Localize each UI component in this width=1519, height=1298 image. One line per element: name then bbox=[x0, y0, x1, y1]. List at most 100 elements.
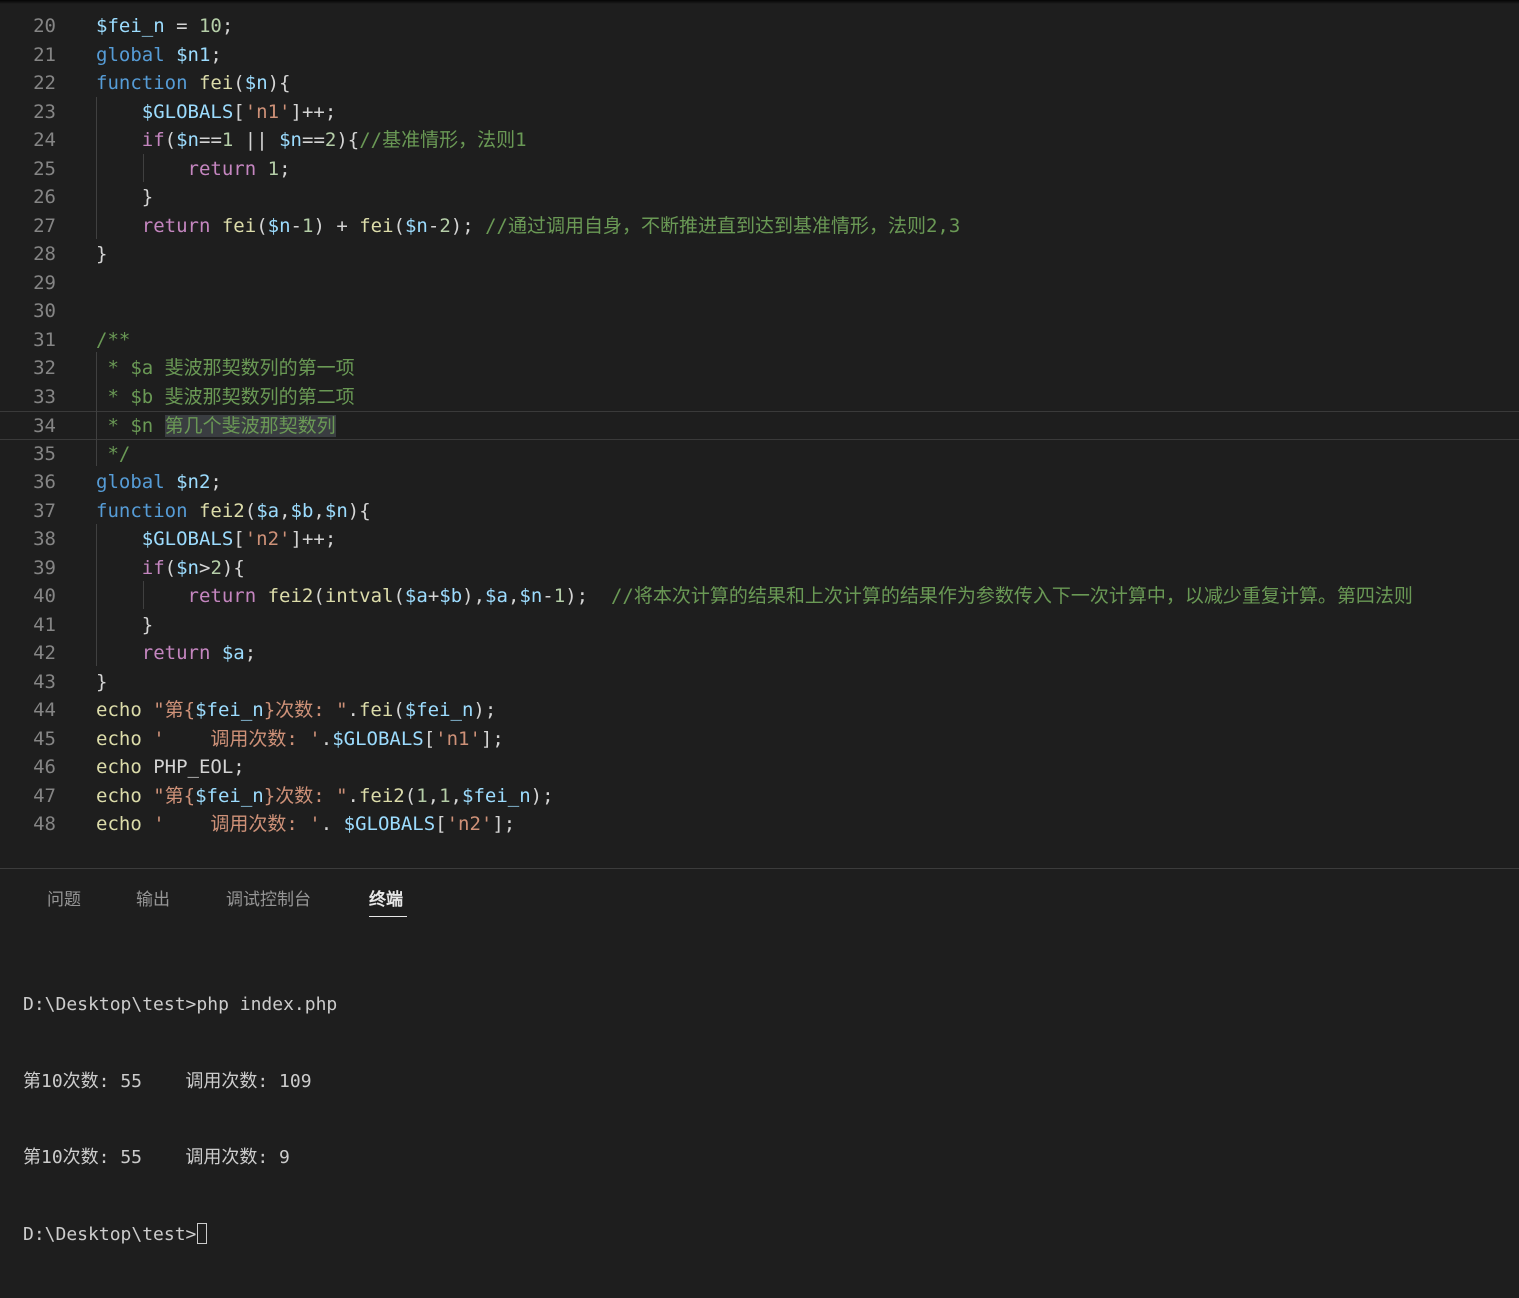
code-token: fei bbox=[358, 699, 394, 721]
code-token: 1 bbox=[221, 129, 234, 151]
code-line[interactable]: 27 return fei($n-1) + fei($n-2); //通过调用自… bbox=[0, 212, 1519, 241]
code-token: + bbox=[427, 585, 440, 607]
code-text: $GLOBALS['n2']++; bbox=[96, 525, 337, 554]
code-token: , bbox=[507, 585, 520, 607]
code-line[interactable]: 42 return $a; bbox=[0, 639, 1519, 668]
code-line[interactable]: 21 global $n1; bbox=[0, 41, 1519, 70]
code-token: return bbox=[141, 642, 211, 664]
code-line[interactable]: 46 echo PHP_EOL; bbox=[0, 753, 1519, 782]
code-token: ); bbox=[565, 585, 611, 607]
code-token: fei bbox=[359, 214, 394, 237]
code-token: ]; bbox=[492, 813, 516, 835]
line-number: 27 bbox=[33, 214, 56, 237]
code-line[interactable]: 32 * $a 斐波那契数列的第一项 bbox=[0, 354, 1519, 383]
code-token: 'n1' bbox=[244, 100, 291, 123]
code-line[interactable]: 39 if($n>2){ bbox=[0, 554, 1519, 583]
line-number: 36 bbox=[33, 471, 56, 493]
code-token: , bbox=[279, 499, 291, 522]
code-token: }次数: " bbox=[263, 784, 348, 807]
code-token: 1 bbox=[267, 157, 280, 180]
code-line[interactable]: 41 } bbox=[0, 611, 1519, 640]
code-token: "第{ bbox=[153, 784, 196, 807]
code-token: 2 bbox=[324, 129, 337, 151]
code-text: } bbox=[96, 668, 107, 697]
code-editor[interactable]: 20 $fei_n = 10; 21 global $n1; 22 function fe… bbox=[0, 0, 1519, 868]
tab-output[interactable]: 输出 bbox=[136, 885, 170, 910]
code-line[interactable]: 31 /** bbox=[0, 326, 1519, 355]
code-token: ; bbox=[244, 642, 257, 664]
tab-problems[interactable]: 问题 bbox=[47, 885, 81, 910]
code-line[interactable]: 48 echo ' 调用次数: '. $GLOBALS['n2']; bbox=[0, 810, 1519, 839]
code-line[interactable]: 35 */ bbox=[0, 440, 1519, 469]
code-line[interactable]: 20 $fei_n = 10; bbox=[0, 12, 1519, 41]
code-text: echo "第{$fei_n}次数: ".fei($fei_n); bbox=[96, 696, 496, 725]
terminal-prompt-line[interactable]: D:\Desktop\test> bbox=[23, 1222, 337, 1248]
code-token: == bbox=[199, 129, 222, 151]
code-text: echo "第{$fei_n}次数: ".fei2(1,1,$fei_n); bbox=[96, 782, 554, 811]
code-line[interactable]: 38 $GLOBALS['n2']++; bbox=[0, 525, 1519, 554]
code-token: ); bbox=[473, 699, 497, 721]
code-token: [ bbox=[423, 727, 436, 750]
code-line[interactable]: 26 } bbox=[0, 183, 1519, 212]
code-line[interactable]: 47 echo "第{$fei_n}次数: ".fei2(1,1,$fei_n); bbox=[0, 782, 1519, 811]
code-token: ( bbox=[393, 214, 405, 237]
code-token: echo bbox=[96, 756, 142, 778]
code-line[interactable]: 43} bbox=[0, 668, 1519, 697]
code-token: $fei_n bbox=[462, 784, 531, 807]
code-token: $n bbox=[519, 585, 543, 607]
code-line[interactable]: 29 bbox=[0, 269, 1519, 298]
code-token: ; bbox=[221, 15, 234, 37]
code-token: . bbox=[320, 727, 333, 750]
code-token: $n bbox=[176, 556, 199, 579]
code-token: ); bbox=[450, 214, 486, 237]
terminal-output[interactable]: D:\Desktop\test>php index.php 第10次数: 55 … bbox=[23, 941, 337, 1298]
code-token: global bbox=[96, 471, 165, 493]
line-number: 34 bbox=[33, 415, 56, 437]
line-number: 47 bbox=[33, 784, 56, 807]
code-token: $b bbox=[439, 585, 463, 607]
tab-debug-console[interactable]: 调试控制台 bbox=[226, 885, 311, 910]
code-line[interactable]: 24 if($n==1 || $n==2){//基准情形，法则1 bbox=[0, 126, 1519, 155]
code-token: == bbox=[302, 129, 325, 151]
code-line[interactable]: 36 global $n2; bbox=[0, 468, 1519, 497]
code-line[interactable]: 22 function fei($n){ bbox=[0, 69, 1519, 98]
line-number: 41 bbox=[33, 613, 56, 636]
code-token: $GLOBALS bbox=[141, 528, 234, 550]
terminal-line: 第10次数: 55 调用次数: 9 bbox=[23, 1147, 290, 1168]
code-line[interactable]: 25 return 1; bbox=[0, 155, 1519, 184]
code-token: $fei_n bbox=[404, 699, 474, 721]
code-token: return bbox=[141, 214, 211, 237]
line-number: 20 bbox=[33, 15, 56, 37]
code-text: echo ' 调用次数: '.$GLOBALS['n1']; bbox=[96, 725, 504, 754]
code-token: ( bbox=[393, 699, 405, 721]
code-token: }次数: " bbox=[263, 699, 348, 721]
code-token: $GLOBALS bbox=[141, 100, 234, 123]
code-line[interactable]: 33 * $b 斐波那契数列的第二项 bbox=[0, 383, 1519, 412]
code-line[interactable]: 34 * $n 第几个斐波那契数列 bbox=[0, 411, 1519, 440]
tab-terminal[interactable]: 终端 bbox=[369, 885, 403, 910]
line-number: 31 bbox=[33, 328, 56, 351]
indent-guide bbox=[96, 524, 97, 666]
code-token: $n bbox=[176, 129, 199, 151]
code-token: echo bbox=[96, 813, 142, 835]
code-text: */ bbox=[96, 440, 130, 469]
indent-guide bbox=[143, 154, 144, 182]
code-line[interactable]: 37 function fei2($a,$b,$n){ bbox=[0, 497, 1519, 526]
bottom-panel: 问题 输出 调试控制台 终端 D:\Desktop\test>php index… bbox=[0, 869, 1519, 1245]
code-text: function fei2($a,$b,$n){ bbox=[96, 497, 371, 526]
code-line[interactable]: 30 bbox=[0, 297, 1519, 326]
code-token: if bbox=[141, 129, 165, 151]
code-line[interactable]: 23 $GLOBALS['n1']++; bbox=[0, 98, 1519, 127]
line-number: 38 bbox=[33, 528, 56, 550]
code-line[interactable]: 40 return fei2(intval($a+$b),$a,$n-1); /… bbox=[0, 582, 1519, 611]
code-token: fei bbox=[198, 72, 234, 94]
code-token: = bbox=[164, 15, 199, 37]
code-line[interactable]: 28} bbox=[0, 240, 1519, 269]
code-line[interactable]: 45 echo ' 调用次数: '.$GLOBALS['n1']; bbox=[0, 725, 1519, 754]
code-line[interactable]: 44 echo "第{$fei_n}次数: ".fei($fei_n); bbox=[0, 696, 1519, 725]
